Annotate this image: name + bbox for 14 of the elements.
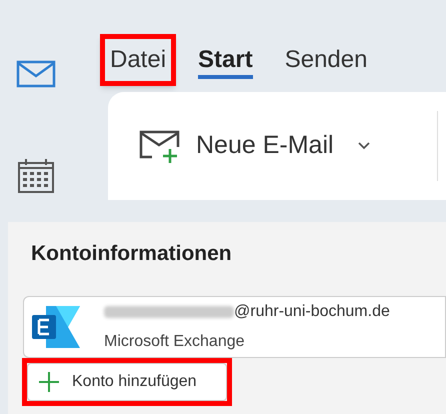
- new-mail-button[interactable]: Neue E-Mail: [138, 127, 370, 165]
- calendar-icon[interactable]: [17, 158, 55, 194]
- account-card[interactable]: @ruhr-uni-bochum.de Microsoft Exchange: [23, 296, 446, 358]
- add-account-button[interactable]: Konto hinzufügen: [27, 363, 227, 401]
- chevron-down-icon[interactable]: [358, 142, 370, 150]
- plus-icon: [38, 371, 60, 393]
- ribbon-tab[interactable]: Senden: [284, 41, 368, 79]
- ribbon-tab[interactable]: Start: [198, 41, 253, 79]
- mail-icon[interactable]: [16, 60, 56, 88]
- section-title: Kontoinformationen: [31, 241, 233, 267]
- new-mail-icon: [138, 129, 182, 163]
- ribbon-tab[interactable]: Datei: [110, 41, 166, 79]
- account-type: Microsoft Exchange: [104, 332, 246, 352]
- account-email: @ruhr-uni-bochum.de: [234, 302, 390, 322]
